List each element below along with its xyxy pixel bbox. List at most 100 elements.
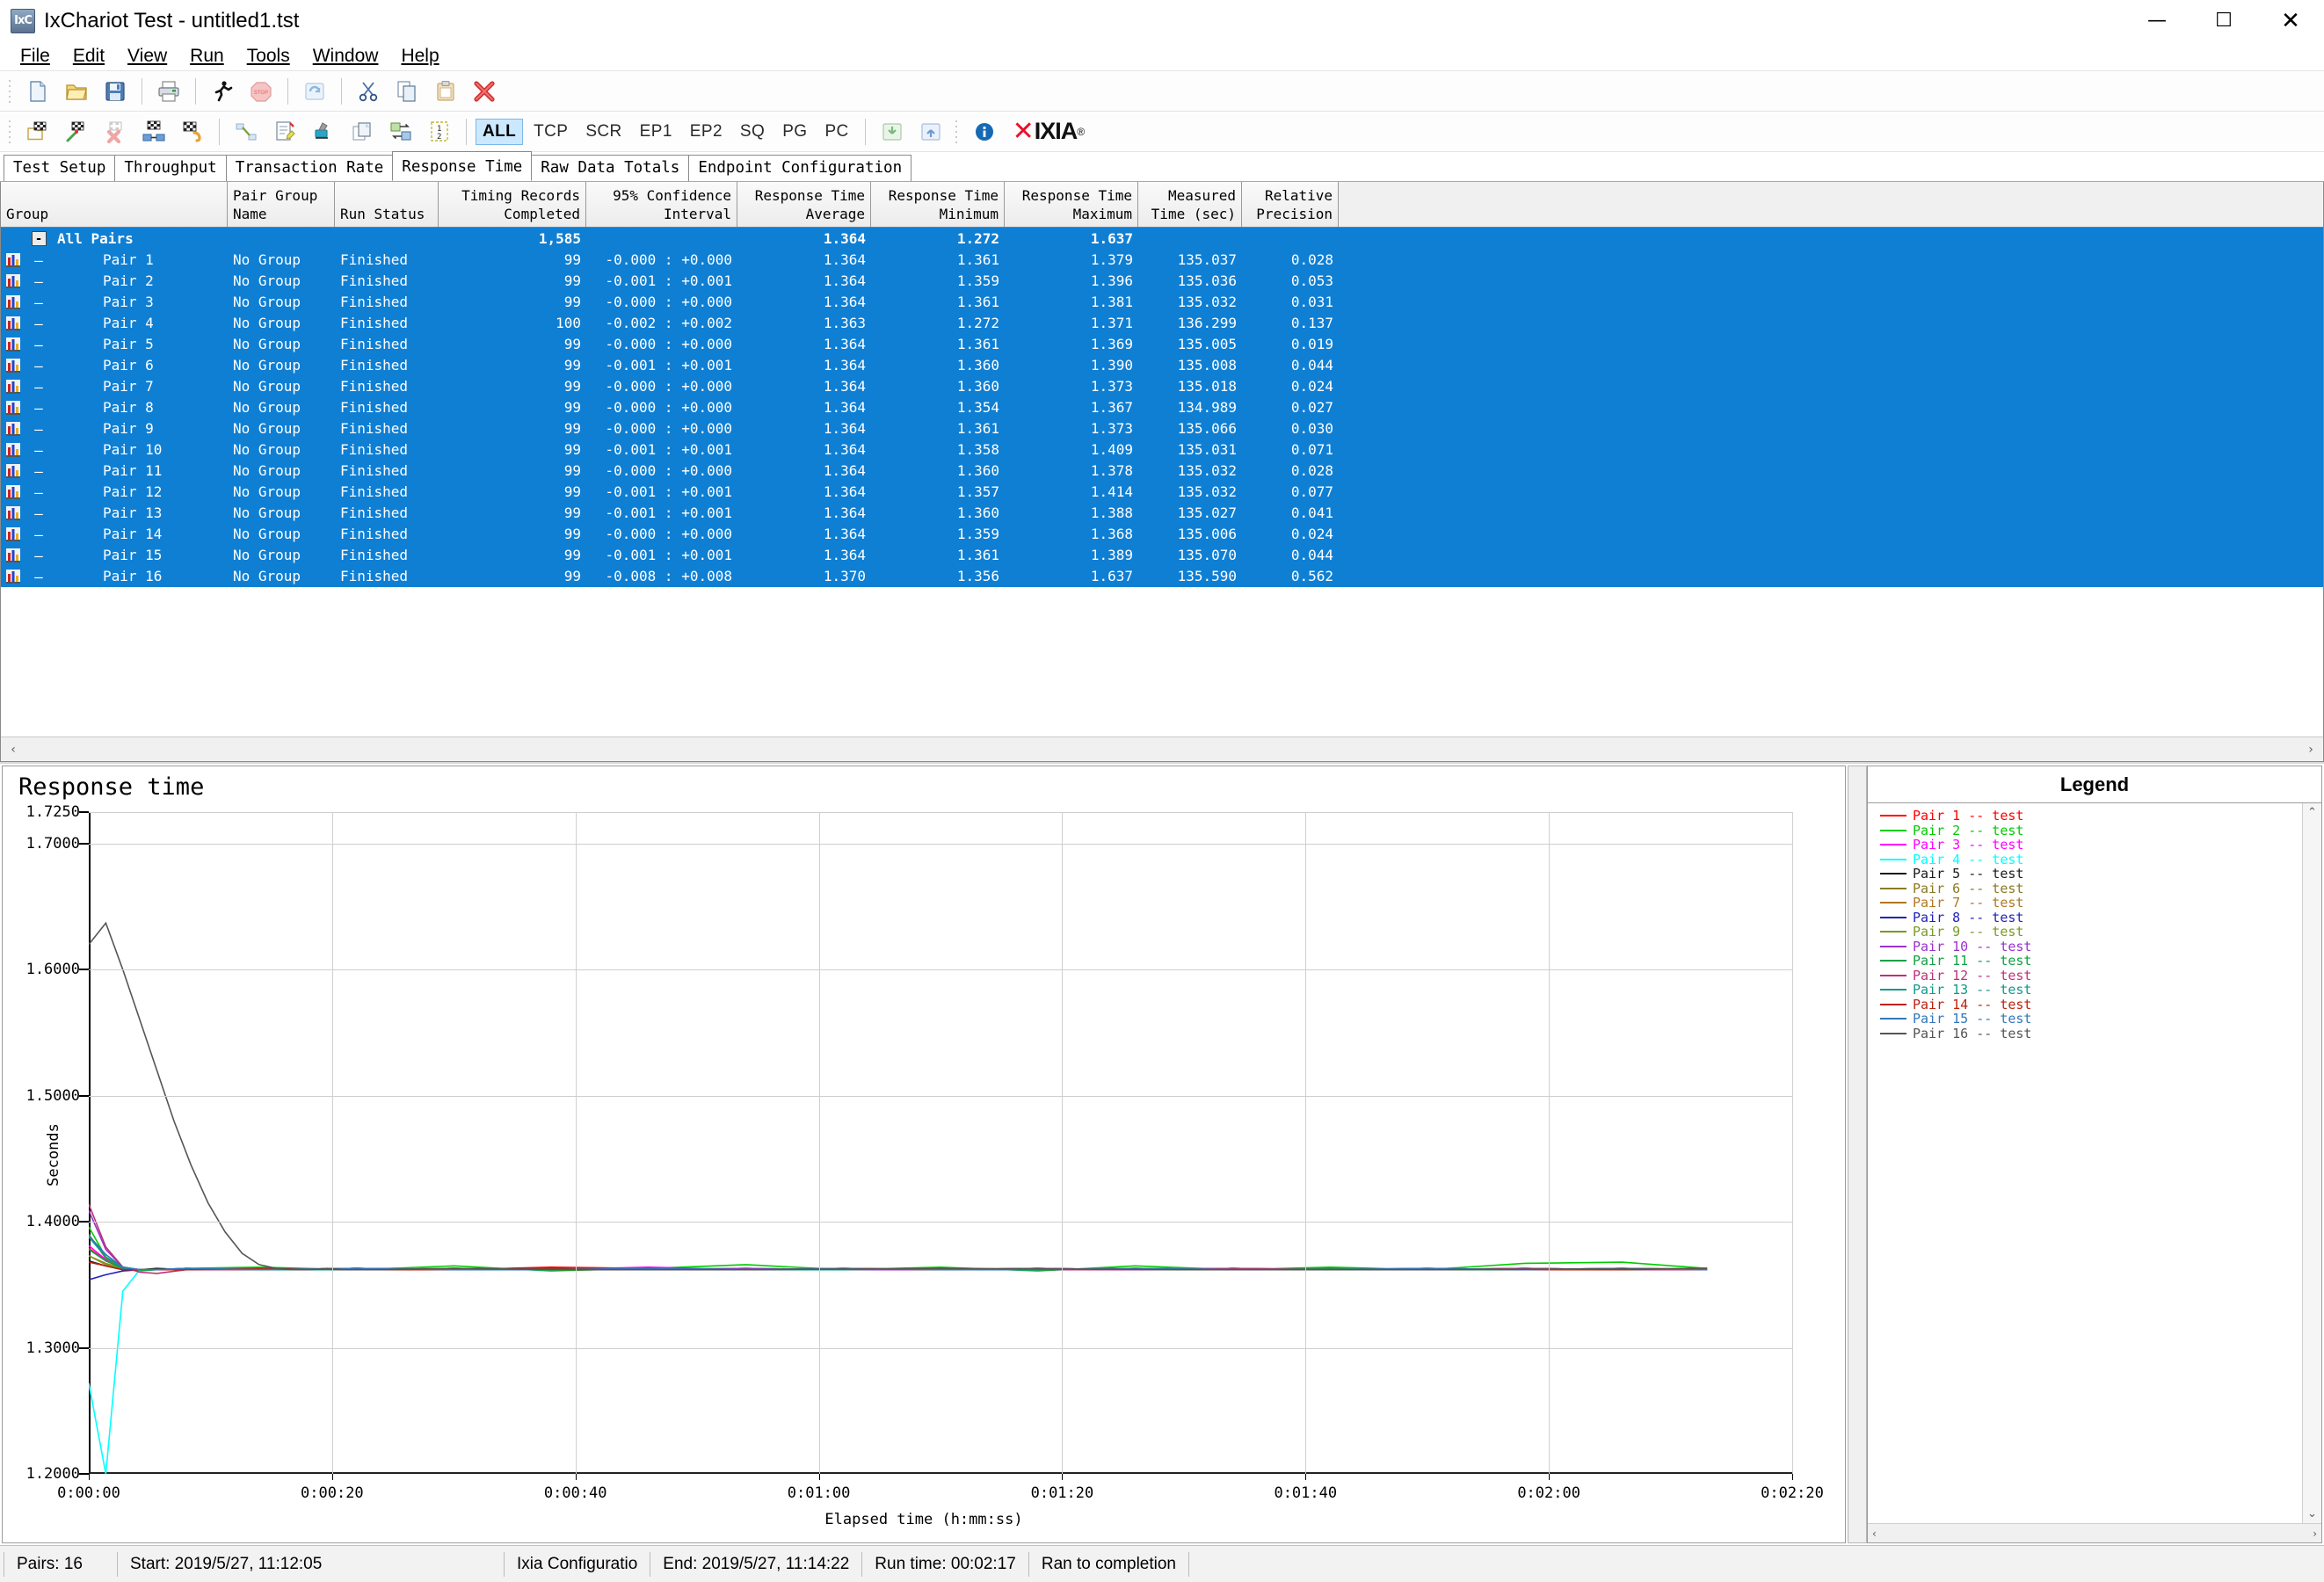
menu-edit[interactable]: Edit xyxy=(62,44,116,69)
table-row[interactable]: — Pair 11 No Group Finished 99 -0.000 : +0.00… xyxy=(1,461,2323,482)
number-pairs-icon[interactable]: 12 xyxy=(423,115,456,149)
table-row[interactable]: — Pair 9 No Group Finished 99 -0.000 : +0.000… xyxy=(1,418,2323,439)
toolbar-grip-3[interactable] xyxy=(951,116,961,147)
protocol-filter-scr[interactable]: SCR xyxy=(578,119,628,145)
table-row[interactable]: — Pair 14 No Group Finished 99 -0.000 : +0.00… xyxy=(1,524,2323,545)
export-icon[interactable] xyxy=(914,115,948,149)
legend-item[interactable]: Pair 14 -- test xyxy=(1880,997,2302,1012)
grid-scroll-right-arrow[interactable]: › xyxy=(2299,743,2323,757)
legend-item[interactable]: Pair 6 -- test xyxy=(1880,881,2302,896)
grid-column-header[interactable]: Timing Records Completed xyxy=(439,182,586,227)
legend-scroll-down-arrow[interactable]: ⌄ xyxy=(2307,1505,2317,1523)
legend-splitter[interactable] xyxy=(1848,766,1867,1543)
table-row[interactable]: — Pair 10 No Group Finished 99 -0.001 : +0.00… xyxy=(1,439,2323,461)
legend-horizontal-scrollbar[interactable]: ‹ › xyxy=(1868,1523,2321,1542)
legend-scroll-up-arrow[interactable]: ⌃ xyxy=(2307,803,2317,822)
legend-item[interactable]: Pair 10 -- test xyxy=(1880,939,2302,954)
menu-file[interactable]: File xyxy=(9,44,62,69)
table-row[interactable]: — Pair 2 No Group Finished 99 -0.001 : +0.001… xyxy=(1,271,2323,292)
grid-column-header[interactable]: Response Time Maximum xyxy=(1005,182,1138,227)
collapse-group-icon[interactable]: - xyxy=(31,231,47,246)
cut-icon[interactable] xyxy=(352,75,385,108)
protocol-filter-all[interactable]: ALL xyxy=(476,118,524,145)
toolbar-grip[interactable] xyxy=(5,76,14,106)
table-row[interactable]: — Pair 6 No Group Finished 99 -0.001 : +0.001… xyxy=(1,355,2323,376)
menu-window[interactable]: Window xyxy=(301,44,390,69)
table-row[interactable]: — Pair 5 No Group Finished 99 -0.000 : +0.000… xyxy=(1,334,2323,355)
edit-pair-icon[interactable] xyxy=(176,115,209,149)
legend-item[interactable]: Pair 11 -- test xyxy=(1880,953,2302,969)
run-test-icon[interactable] xyxy=(206,75,239,108)
menu-run[interactable]: Run xyxy=(178,44,236,69)
add-multiple-pairs-icon[interactable] xyxy=(137,115,171,149)
table-row[interactable]: — Pair 8 No Group Finished 99 -0.000 : +0.000… xyxy=(1,397,2323,418)
table-row[interactable]: — Pair 15 No Group Finished 99 -0.001 : +0.00… xyxy=(1,545,2323,566)
legend-item[interactable]: Pair 13 -- test xyxy=(1880,982,2302,998)
legend-item[interactable]: Pair 9 -- test xyxy=(1880,924,2302,940)
save-test-icon[interactable] xyxy=(98,75,132,108)
copy-pairs-icon[interactable] xyxy=(345,115,379,149)
new-test-icon[interactable] xyxy=(21,75,54,108)
add-pair-wizard-icon[interactable] xyxy=(60,115,93,149)
table-row-total[interactable]: - All Pairs 1,585 1.364 1.272 1.637 xyxy=(1,228,2323,250)
tab-transaction-rate[interactable]: Transaction Rate xyxy=(225,155,394,181)
paste-icon[interactable] xyxy=(429,75,462,108)
legend-item[interactable]: Pair 4 -- test xyxy=(1880,852,2302,867)
grid-column-header[interactable]: Relative Precision xyxy=(1242,182,1339,227)
print-icon[interactable] xyxy=(152,75,185,108)
about-info-icon[interactable] xyxy=(968,115,1001,149)
menu-help[interactable]: Help xyxy=(389,44,450,69)
grid-column-header[interactable]: 95% Confidence Interval xyxy=(586,182,737,227)
connect-endpoint-icon[interactable] xyxy=(229,115,263,149)
maximize-button[interactable]: ☐ xyxy=(2190,0,2257,42)
minimize-button[interactable]: — xyxy=(2124,0,2190,42)
legend-item[interactable]: Pair 5 -- test xyxy=(1880,866,2302,882)
protocol-filter-pg[interactable]: PG xyxy=(775,119,814,145)
table-row[interactable]: — Pair 13 No Group Finished 99 -0.001 : +0.00… xyxy=(1,503,2323,524)
legend-scroll-right-arrow[interactable]: › xyxy=(2308,1528,2321,1540)
protocol-filter-tcp[interactable]: TCP xyxy=(527,119,575,145)
toolbar-grip-2[interactable] xyxy=(5,116,14,147)
legend-item[interactable]: Pair 1 -- test xyxy=(1880,808,2302,824)
delete-icon[interactable] xyxy=(468,75,501,108)
add-pair-icon[interactable] xyxy=(21,115,54,149)
grid-horizontal-scrollbar[interactable]: ‹ › xyxy=(1,737,2323,761)
legend-item[interactable]: Pair 7 -- test xyxy=(1880,895,2302,911)
legend-item[interactable]: Pair 12 -- test xyxy=(1880,968,2302,983)
import-icon[interactable] xyxy=(875,115,909,149)
refresh-icon[interactable] xyxy=(298,75,331,108)
copy-icon[interactable] xyxy=(390,75,424,108)
legend-item[interactable]: Pair 15 -- test xyxy=(1880,1011,2302,1027)
tab-raw-data-totals[interactable]: Raw Data Totals xyxy=(531,155,690,181)
grid-column-header[interactable]: Pair Group Name xyxy=(228,182,335,227)
table-row[interactable]: — Pair 1 No Group Finished 99 -0.000 : +0.000… xyxy=(1,250,2323,271)
open-test-icon[interactable] xyxy=(60,75,93,108)
close-button[interactable]: ✕ xyxy=(2257,0,2324,42)
legend-item[interactable]: Pair 8 -- test xyxy=(1880,910,2302,925)
menu-view[interactable]: View xyxy=(116,44,178,69)
tab-throughput[interactable]: Throughput xyxy=(114,155,227,181)
tab-endpoint-configuration[interactable]: Endpoint Configuration xyxy=(688,155,912,181)
validate-icon[interactable] xyxy=(307,115,340,149)
legend-item[interactable]: Pair 3 -- test xyxy=(1880,837,2302,853)
protocol-filter-sq[interactable]: SQ xyxy=(733,119,772,145)
table-row[interactable]: — Pair 3 No Group Finished 99 -0.000 : +0.000… xyxy=(1,292,2323,313)
table-row[interactable]: — Pair 12 No Group Finished 99 -0.001 : +0.00… xyxy=(1,482,2323,503)
legend-vertical-scrollbar[interactable]: ⌃ ⌄ xyxy=(2302,803,2321,1523)
grid-column-header[interactable]: Measured Time (sec) xyxy=(1138,182,1242,227)
grid-body[interactable]: - All Pairs 1,585 1.364 1.272 1.637 — Pair 1 No … xyxy=(1,228,2323,737)
protocol-filter-pc[interactable]: PC xyxy=(817,119,855,145)
delete-pair-icon[interactable] xyxy=(98,115,132,149)
legend-item[interactable]: Pair 2 -- test xyxy=(1880,823,2302,838)
grid-scroll-left-arrow[interactable]: ‹ xyxy=(1,743,25,757)
swap-endpoints-icon[interactable] xyxy=(384,115,418,149)
menu-tools[interactable]: Tools xyxy=(236,44,301,69)
table-row[interactable]: — Pair 7 No Group Finished 99 -0.000 : +0.000… xyxy=(1,376,2323,397)
table-row[interactable]: — Pair 16 No Group Finished 99 -0.008 : +0.00… xyxy=(1,566,2323,587)
grid-column-header[interactable]: Response Time Average xyxy=(737,182,871,227)
legend-item[interactable]: Pair 16 -- test xyxy=(1880,1026,2302,1041)
grid-column-header[interactable]: Run Status xyxy=(335,182,439,227)
grid-column-header[interactable]: Group xyxy=(1,182,228,227)
tab-response-time[interactable]: Response Time xyxy=(392,151,533,181)
response-time-chart[interactable]: Response time Seconds 1.2000 1.3000 1.4000… xyxy=(2,766,1846,1543)
